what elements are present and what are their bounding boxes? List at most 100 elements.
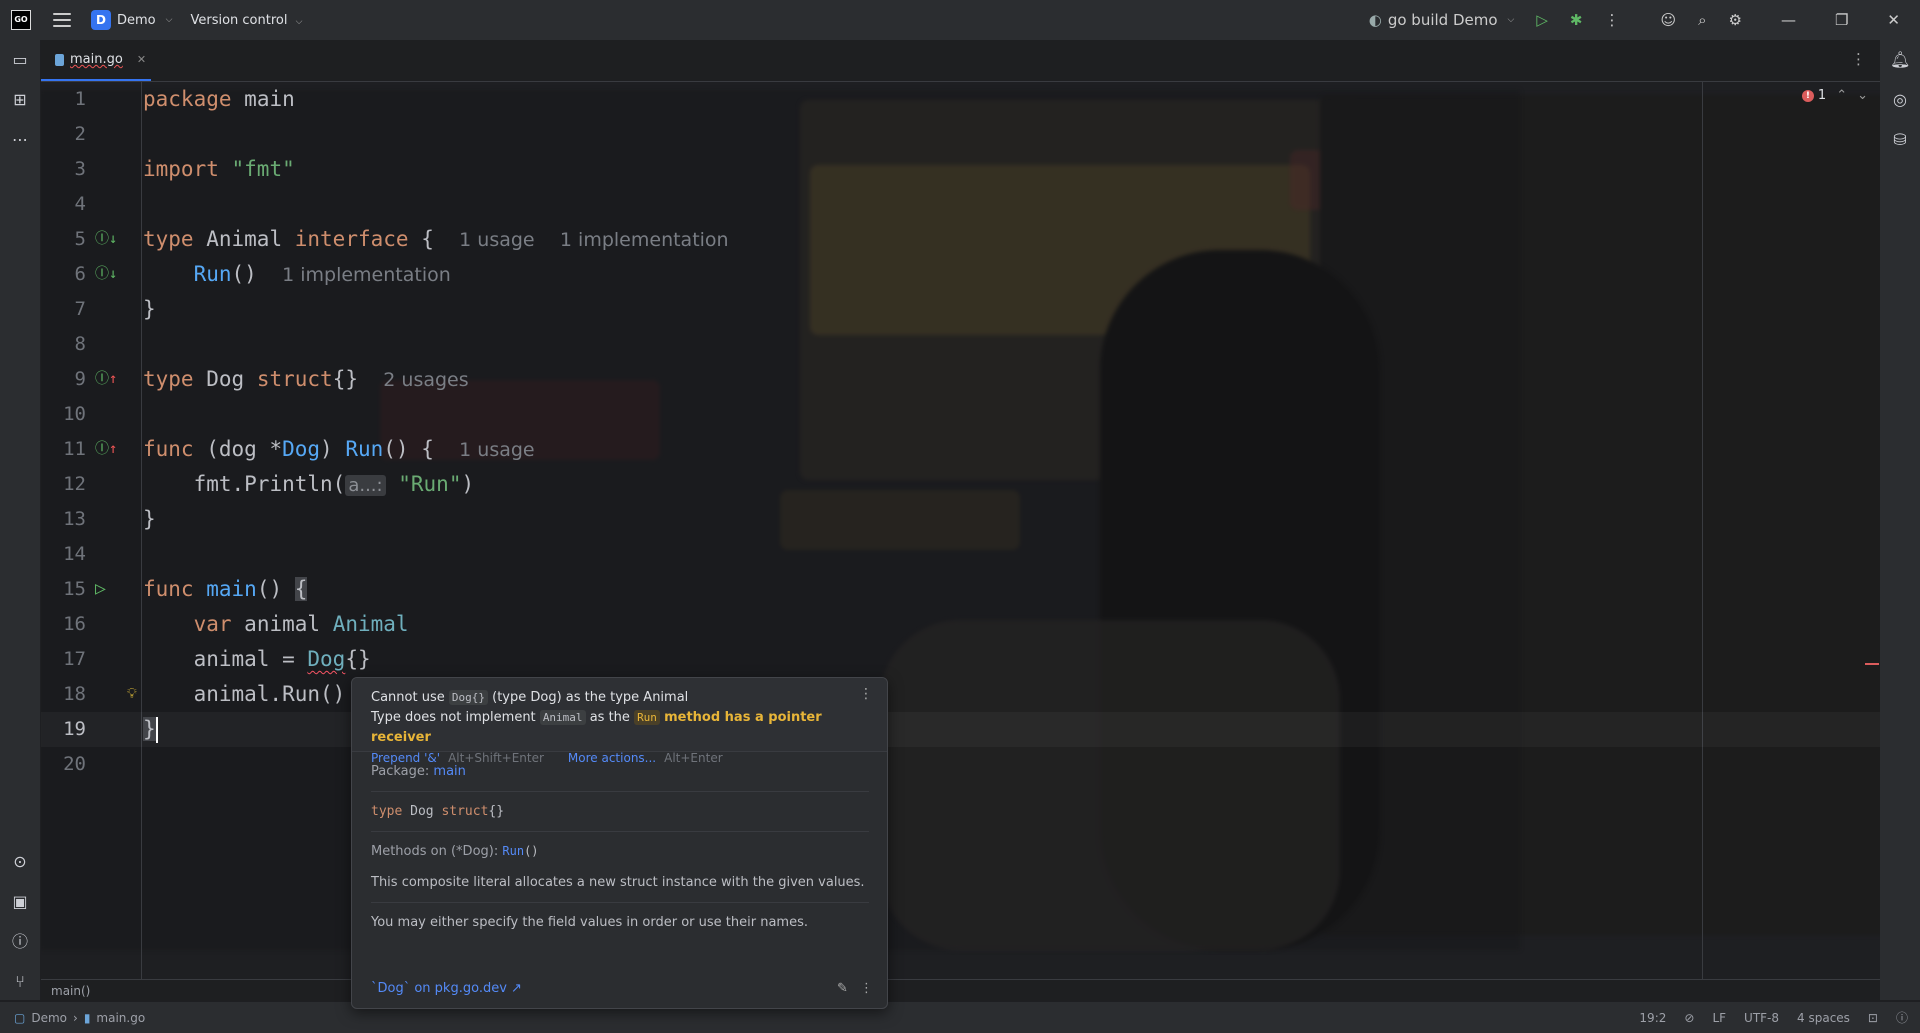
run-configuration-selector[interactable]: ◐ go build Demo ⌵: [1369, 11, 1515, 29]
implements-gutter-icon[interactable]: Ⓘ↑: [95, 440, 117, 458]
type-name: Dog: [410, 804, 434, 819]
next-problem-icon[interactable]: ⌄: [1857, 88, 1868, 103]
more-actions-link[interactable]: More actions...: [568, 751, 656, 765]
implements-gutter-icon[interactable]: Ⓘ↑: [95, 370, 117, 388]
git-icon[interactable]: ⑂: [10, 972, 30, 992]
identifier: main: [244, 87, 295, 111]
inspections-icon[interactable]: ⓘ: [1896, 1009, 1908, 1026]
error-type-ref[interactable]: Dog: [307, 647, 345, 671]
status-file[interactable]: main.go: [96, 1011, 145, 1025]
inspections-widget[interactable]: ! 1 ⌃ ⌄: [1801, 88, 1868, 103]
code-line: 20: [41, 747, 1880, 782]
breadcrumb[interactable]: main(): [41, 979, 1890, 1002]
tab-main-go[interactable]: main.go ✕: [41, 40, 151, 81]
doc-description: This composite literal allocates a new s…: [371, 871, 869, 903]
usages-hint[interactable]: 1 usage: [459, 229, 534, 251]
add-user-icon[interactable]: ☺: [1660, 11, 1676, 29]
keyword: func: [143, 577, 194, 601]
code-line: 14: [41, 537, 1880, 572]
usages-hint[interactable]: 1 usage: [459, 439, 534, 461]
main-menu-icon[interactable]: [53, 13, 71, 27]
code-line: 1 package main: [41, 82, 1880, 117]
brace-match: }: [143, 717, 156, 741]
terminal-icon[interactable]: ▣: [10, 892, 30, 912]
ai-icon[interactable]: ◎: [1890, 90, 1910, 110]
error-text: (type Dog) as the type Animal: [492, 690, 689, 705]
edit-icon[interactable]: ✎: [837, 981, 848, 996]
run-icon[interactable]: ▷: [1536, 11, 1548, 29]
previous-problem-icon[interactable]: ⌃: [1836, 88, 1847, 103]
receiver: ): [320, 437, 333, 461]
code-line: 18 💡︎ animal.Run(): [41, 677, 1880, 712]
shortcut-hint: Alt+Enter: [664, 751, 723, 765]
line-number: 4: [74, 193, 86, 215]
method-name: Run: [345, 437, 384, 461]
error-icon: !: [1801, 89, 1814, 102]
code-line: 8: [41, 327, 1880, 362]
project-selector[interactable]: D Demo ⌵: [91, 10, 172, 30]
kebab-icon[interactable]: ⋮: [1604, 11, 1619, 29]
function-call: Println: [244, 472, 333, 496]
code-line: 5 Ⓘ↓ type Animal interface { 1 usage 1 i…: [41, 222, 1880, 257]
tabs-menu-icon[interactable]: ⋮: [1851, 50, 1866, 68]
type-ref: Animal: [332, 612, 409, 636]
chevron-down-icon: ⌵: [295, 16, 303, 27]
implementations-hint[interactable]: 1 implementation: [282, 264, 451, 286]
popup-menu-icon[interactable]: ⋮: [859, 686, 873, 702]
declaration-row: type Dog struct{}: [371, 792, 869, 832]
run-gutter-icon[interactable]: ▷: [95, 580, 106, 598]
settings-icon[interactable]: ⚙: [1729, 11, 1742, 29]
minimize-icon[interactable]: —: [1781, 11, 1796, 29]
project-badge: D: [91, 10, 111, 30]
maximize-icon[interactable]: ❐: [1835, 11, 1848, 29]
status-project[interactable]: Demo: [31, 1011, 67, 1025]
implementations-hint[interactable]: 1 implementation: [560, 229, 729, 251]
gopher-icon: ◐: [1368, 11, 1382, 29]
structure-icon[interactable]: ⊞: [10, 90, 30, 110]
more-icon[interactable]: ⋯: [10, 130, 30, 150]
lock-icon[interactable]: ⊡: [1868, 1011, 1878, 1025]
search-icon[interactable]: ⌕: [1698, 11, 1706, 29]
popup-more-icon[interactable]: ⋮: [860, 981, 873, 996]
keyword: package: [143, 87, 232, 111]
debug-icon[interactable]: ✱: [1570, 11, 1583, 29]
usages-hint[interactable]: 2 usages: [383, 369, 468, 391]
caret-position[interactable]: 19:2: [1639, 1011, 1666, 1025]
line-number: 2: [74, 123, 86, 145]
method-link[interactable]: Run: [502, 844, 524, 858]
close-tab-icon[interactable]: ✕: [137, 53, 146, 66]
package-link[interactable]: main: [433, 764, 465, 779]
bulb-icon[interactable]: 💡︎: [127, 685, 137, 703]
code-editor[interactable]: 1 package main 2 3 import "fmt" 4 5 Ⓘ↓ t…: [41, 82, 1880, 979]
brace: }: [143, 507, 156, 531]
code-line: 3 import "fmt": [41, 152, 1880, 187]
folder-icon[interactable]: ▭: [10, 50, 30, 70]
error-stripe-mark[interactable]: [1865, 663, 1879, 665]
code-chip: Animal: [539, 710, 586, 725]
implemented-gutter-icon[interactable]: Ⓘ↓: [95, 230, 117, 248]
error-message-line-2: Type does not implement Animal as the Ru…: [371, 708, 869, 748]
left-tool-strip: ▭ ⊞ ⋯ ⊙ ▣ ⓘ ⑂: [0, 40, 41, 1000]
notifications-icon[interactable]: 🔔︎: [1890, 50, 1910, 70]
title-bar: GO D Demo ⌵ Version control ⌵ ◐ go build…: [0, 0, 1920, 40]
problems-icon[interactable]: ⓘ: [10, 932, 30, 952]
database-icon[interactable]: ⛁: [1890, 130, 1910, 150]
indent-setting[interactable]: 4 spaces: [1797, 1011, 1850, 1025]
prepend-ampersand-action[interactable]: Prepend '&': [371, 751, 440, 765]
version-control-menu[interactable]: Version control ⌵: [190, 13, 302, 28]
reader-mode-icon[interactable]: ⊘: [1684, 1011, 1694, 1025]
implemented-gutter-icon[interactable]: Ⓘ↓: [95, 265, 117, 283]
brace-match: {: [294, 577, 308, 601]
services-icon[interactable]: ⊙: [10, 852, 30, 872]
code-line: 9 Ⓘ↑ type Dog struct{} 2 usages: [41, 362, 1880, 397]
close-icon[interactable]: ✕: [1887, 11, 1900, 29]
file-encoding[interactable]: UTF-8: [1744, 1011, 1779, 1025]
keyword: interface: [294, 227, 409, 251]
external-doc-link[interactable]: `Dog` on pkg.go.dev ↗: [371, 981, 522, 996]
line-number: 1: [74, 88, 86, 110]
line-number: 13: [63, 508, 86, 530]
line-separator[interactable]: LF: [1712, 1011, 1726, 1025]
type-name: Animal: [206, 227, 283, 251]
project-icon: ▢: [14, 1010, 26, 1025]
code-line: 17 animal = Dog{}: [41, 642, 1880, 677]
